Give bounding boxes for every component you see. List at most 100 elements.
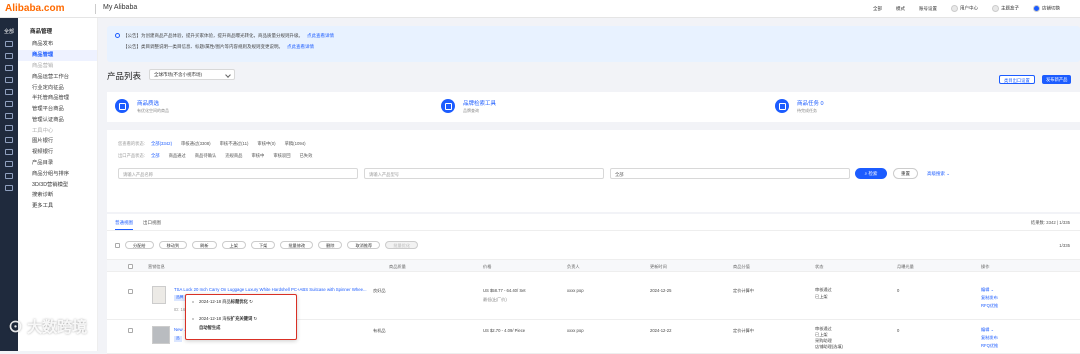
store-nav-icon[interactable]: [5, 89, 13, 95]
product-thumbnail[interactable]: [152, 286, 166, 304]
tab-normal-view[interactable]: 普通视图: [115, 220, 133, 230]
sidebar-item[interactable]: 更多工具: [18, 201, 97, 212]
top-link-all[interactable]: 全部: [873, 6, 882, 12]
toolbar-checkbox[interactable]: [115, 242, 120, 248]
sidebar-item[interactable]: 管理平台商品: [18, 104, 97, 115]
cart-icon[interactable]: [5, 65, 13, 71]
select-all-checkbox[interactable]: [128, 264, 133, 269]
copy-publish-link[interactable]: 复制发布: [981, 295, 998, 301]
sidebar-item[interactable]: 3D/3D营销模型: [18, 179, 97, 190]
chat-icon[interactable]: [5, 77, 13, 83]
col-owner: 负责人: [567, 264, 580, 269]
publish-product-button[interactable]: 发布新产品: [1042, 75, 1072, 84]
filter-option[interactable]: 商品待确认: [195, 153, 216, 159]
top-link-store[interactable]: 店铺切换: [1033, 5, 1060, 12]
grid-icon[interactable]: [5, 41, 13, 47]
sidebar-item[interactable]: 商品发布: [18, 39, 97, 50]
rfq-link[interactable]: RFQ优推: [981, 343, 998, 349]
truck-icon[interactable]: [5, 113, 13, 119]
filter-option[interactable]: 审核驳回: [273, 153, 290, 159]
filter-option[interactable]: 审核中(0): [257, 141, 275, 147]
card-brand[interactable]: 品牌检索工具 品牌查询: [433, 92, 753, 122]
category-export-button[interactable]: 类目出口设置: [999, 75, 1035, 84]
filter-option[interactable]: 审核中: [251, 153, 264, 159]
price-value: US $2.70 - 4.09/ Piece: [483, 328, 526, 333]
top-link-user[interactable]: 用户中心: [951, 5, 978, 12]
copy-publish-link[interactable]: 复制发布: [981, 335, 998, 341]
filter-option[interactable]: 全部: [151, 153, 160, 159]
card-quality[interactable]: 商品质选 有优化空间的商品: [107, 92, 427, 122]
product-model-input[interactable]: 请输入产品型号: [364, 168, 604, 179]
row-checkbox[interactable]: [128, 289, 133, 294]
category-select[interactable]: 全部: [610, 168, 850, 179]
alibaba-logo[interactable]: Alibaba.com: [5, 3, 64, 14]
top-link-box[interactable]: 主题盒子: [992, 5, 1019, 12]
filter-option[interactable]: 审核不通过(11): [220, 141, 249, 147]
edit-link[interactable]: 编辑 ⌄: [981, 287, 994, 293]
status-filter-row: 您查看的状态: 全部(3342) 审核通过(3308) 审核不通过(11) 审核中(0)…: [118, 141, 315, 147]
filter-option[interactable]: 全部(3342): [151, 141, 172, 147]
my-alibaba-title[interactable]: My Alibaba: [103, 4, 137, 11]
top-link-mode[interactable]: 模式: [896, 6, 905, 12]
card-title: 品牌检索工具: [463, 101, 497, 107]
advanced-search-link[interactable]: 高级搜索 ⌄: [927, 171, 950, 177]
filter-option[interactable]: 草稿(1094): [285, 141, 306, 147]
user-nav-icon[interactable]: [5, 137, 13, 143]
filter-option[interactable]: 商品通过: [169, 153, 186, 159]
toolbar-button[interactable]: 批量优化: [385, 241, 419, 249]
tab-export-view[interactable]: 出口视图: [143, 220, 161, 230]
reset-button[interactable]: 重置: [893, 168, 918, 179]
filter-label: 出口产品状态:: [118, 153, 145, 158]
col-quality: 商品质量: [389, 264, 406, 269]
notice-line-2: 【公告】类目调整说明—类目信息、标题/属性/图片等内容规则及规则变更说明。 点此查…: [123, 44, 314, 49]
sidebar-item[interactable]: 图片银行: [18, 136, 97, 147]
filter-option[interactable]: 已失效: [300, 153, 313, 159]
toolbar-button[interactable]: 分配给: [125, 241, 154, 249]
toolbar-button[interactable]: 上架: [221, 241, 246, 249]
toolbar-button[interactable]: 批量修改: [280, 241, 314, 249]
filter-option[interactable]: 审核通过(3308): [181, 141, 211, 147]
shield-icon[interactable]: [5, 161, 13, 167]
score-value: 定价计算中: [733, 288, 754, 293]
popup-item[interactable]: 2024-12-18 商品标题优化 ↻: [199, 299, 253, 305]
sidebar-item[interactable]: 搜索诊断: [18, 190, 97, 201]
sidebar-item[interactable]: 商品管理: [18, 49, 97, 61]
row-checkbox[interactable]: [128, 328, 133, 333]
toolbar-button[interactable]: 删除: [318, 241, 343, 249]
edit-link[interactable]: 编辑 ⌄: [981, 327, 994, 333]
product-title-link[interactable]: TSA Lock 20 Inch Carry On Luggage Luxury…: [174, 287, 389, 292]
card-tasks[interactable]: 商品任务 0 待完成任务: [767, 92, 1067, 122]
product-thumbnail[interactable]: [152, 326, 170, 344]
box-icon[interactable]: [5, 53, 13, 59]
notice-link-2[interactable]: 点此查看详情: [287, 44, 314, 49]
sidebar-item[interactable]: 商品运营工作台: [18, 71, 97, 82]
market-select[interactable]: 全球市场(不含小视市场): [149, 69, 235, 80]
nav-all[interactable]: 全部: [0, 28, 18, 35]
toolbar-button[interactable]: 下架: [250, 241, 276, 249]
top-link-account[interactable]: 账号设置: [919, 6, 937, 12]
price-note: 最低(出厂价): [483, 297, 507, 302]
product-name-input[interactable]: 请输入产品名称: [118, 168, 358, 179]
sidebar-item[interactable]: 行业定向征品: [18, 82, 97, 93]
filter-option[interactable]: 违规商品: [225, 153, 242, 159]
sidebar-item[interactable]: 商品分组与排序: [18, 168, 97, 179]
chart-icon[interactable]: [5, 101, 13, 107]
filter-label: 您查看的状态:: [118, 141, 145, 146]
sidebar-item[interactable]: 半托管商品管理: [18, 93, 97, 104]
optimize-popup: 2024-12-18 商品标题优化 ↻ 2024-12-18 海报扩充关键词 ↻…: [185, 294, 297, 340]
globe-icon[interactable]: [5, 173, 13, 179]
toolbar-button[interactable]: 移动到: [158, 241, 188, 249]
sidebar-item[interactable]: 产品目录: [18, 158, 97, 169]
money-icon[interactable]: [5, 125, 13, 131]
toolbar-button[interactable]: 取消推荐: [347, 241, 381, 249]
popup-item[interactable]: 2024-12-18 海报扩充关键词 ↻: [199, 316, 257, 322]
settings-nav-icon[interactable]: [5, 149, 13, 155]
notice-line-1: 【公告】为创建商品产品体验，提升买家体验，提升商品曝光转化，商品质量分规则升级。…: [115, 33, 334, 39]
toolbar-button[interactable]: 刷新: [192, 241, 217, 249]
rfq-link[interactable]: RFQ优推: [981, 303, 998, 309]
search-button[interactable]: ⌕ 检索: [855, 168, 887, 179]
sidebar-item[interactable]: 管理认证商品: [18, 114, 97, 125]
sidebar-item[interactable]: 视频银行: [18, 147, 97, 158]
help-icon[interactable]: [5, 185, 13, 191]
notice-link-1[interactable]: 点此查看详情: [307, 33, 334, 38]
